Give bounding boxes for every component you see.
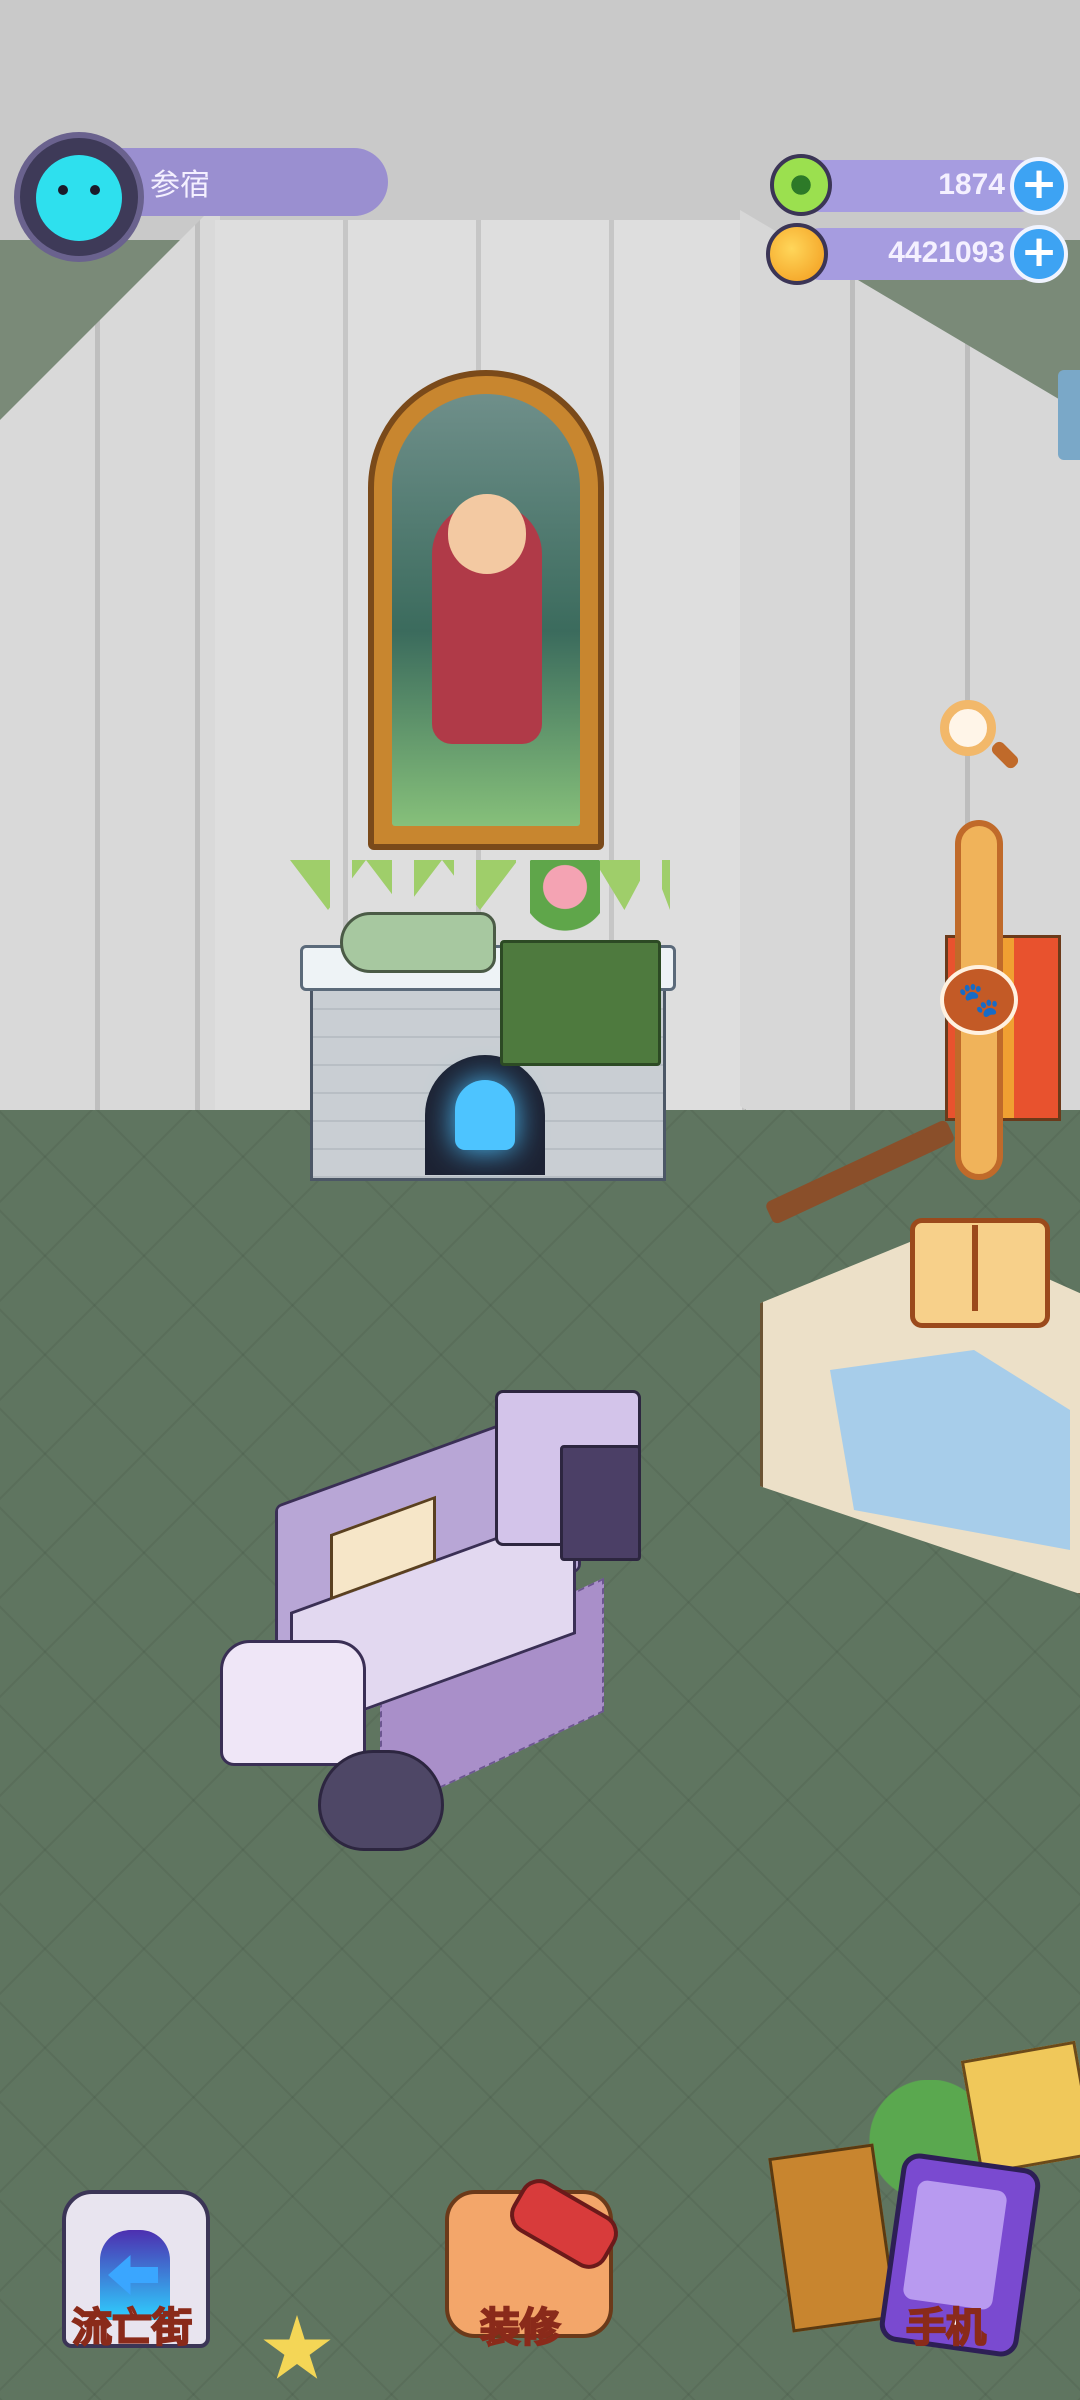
green-donut-gem-icon (770, 154, 832, 216)
add-gem-button[interactable]: + (1010, 157, 1068, 215)
side-panel-tab[interactable] (1058, 370, 1080, 460)
cat-armchair[interactable] (220, 1640, 366, 1766)
avatar-eye-left (58, 185, 68, 195)
painting-canvas (392, 394, 580, 826)
phone-label[interactable]: 手机 (846, 2295, 1046, 2353)
magnifier-icon (940, 700, 996, 756)
black-cat[interactable] (318, 1750, 444, 1851)
yellow-crate (960, 2040, 1080, 2176)
green-cloth-decoration (500, 940, 661, 1066)
gem-count: 1874 (938, 168, 1005, 201)
cat-face-avatar-icon (36, 155, 122, 241)
open-book-icon (972, 1225, 978, 1311)
add-coin-button[interactable]: + (1010, 225, 1068, 283)
exile-street-label[interactable]: 流亡街 (32, 2295, 232, 2353)
avatar-eye-right (90, 185, 100, 195)
fish-decoration[interactable] (340, 912, 496, 973)
safe-door (560, 1445, 641, 1561)
coin-count: 4421093 (888, 236, 1005, 269)
blue-fire (455, 1080, 515, 1150)
flower-pot[interactable] (530, 860, 600, 950)
gold-planet-coin-icon (766, 223, 828, 285)
catalog-book-button[interactable] (910, 1218, 1050, 1328)
paw-icon: 🐾 (957, 980, 1001, 1020)
wall-painting[interactable] (368, 370, 604, 850)
painting-girl-face (448, 494, 526, 574)
player-name: 参宿 (150, 169, 210, 202)
decorate-label[interactable]: 装修 (420, 2295, 620, 2353)
phone-screen-icon (902, 2179, 1008, 2311)
